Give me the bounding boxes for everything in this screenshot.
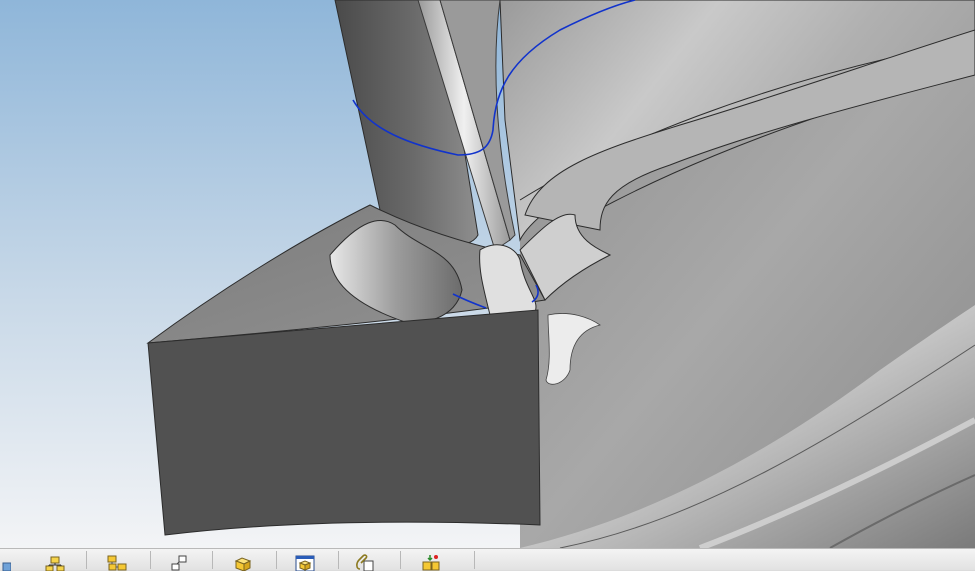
toolbar-separator-3 — [212, 551, 213, 569]
cube-edge-icon — [2, 562, 11, 571]
explode-icon — [422, 555, 440, 571]
toolbar-separator-7 — [474, 551, 475, 569]
constraint-button[interactable] — [168, 551, 190, 571]
toolbar-separator-5 — [338, 551, 339, 569]
yellow-blocks-icon — [107, 555, 127, 571]
assembly-tree-button[interactable] — [44, 551, 66, 571]
block-front-face[interactable] — [147, 309, 541, 536]
partial-icon-button[interactable] — [0, 551, 16, 571]
toolbar-separator-2 — [150, 551, 151, 569]
paperclip-doc-icon — [356, 554, 374, 571]
toolbar-separator-4 — [276, 551, 277, 569]
model-viewport[interactable] — [0, 0, 975, 548]
explode-button[interactable] — [420, 551, 442, 571]
cad-model-canvas[interactable] — [0, 0, 975, 548]
components-button[interactable] — [106, 551, 128, 571]
attach-button[interactable] — [354, 551, 376, 571]
yellow-cube-icon — [234, 557, 252, 571]
toolbar-separator — [86, 551, 87, 569]
document-button[interactable] — [294, 551, 316, 571]
hierarchy-icon — [45, 556, 65, 571]
bottom-toolbar — [0, 548, 975, 571]
doc-cube-icon — [295, 555, 315, 571]
toolbar-separator-6 — [400, 551, 401, 569]
part-button[interactable] — [232, 551, 254, 571]
node-link-icon — [171, 555, 187, 571]
